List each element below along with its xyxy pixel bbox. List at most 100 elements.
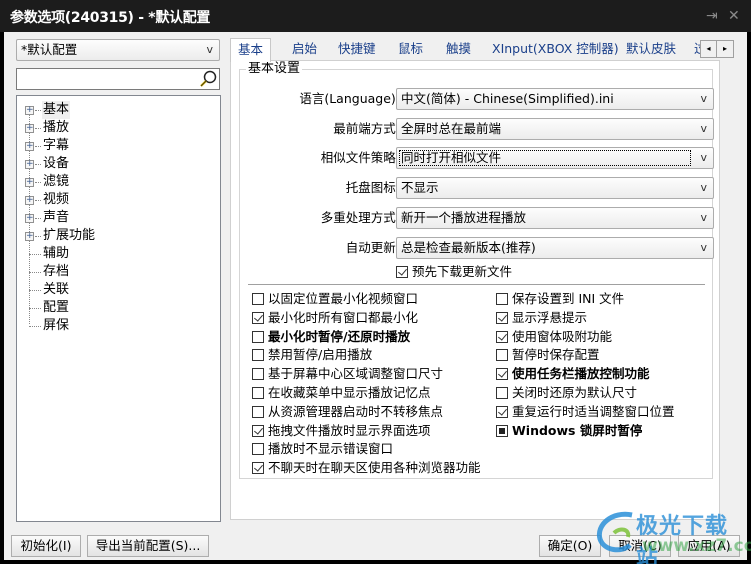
profile-select-value: *默认配置	[21, 42, 78, 57]
search-icon[interactable]	[199, 70, 217, 88]
search-input[interactable]	[16, 68, 220, 90]
expand-icon[interactable]: +	[25, 160, 34, 169]
checkbox-checked-icon[interactable]	[496, 330, 508, 343]
checkbox-checked-icon[interactable]	[396, 266, 408, 278]
tab-item[interactable]: 快捷键	[334, 40, 376, 60]
tree-connector	[29, 308, 41, 309]
option-label: 重复运行时适当调整窗口位置	[512, 403, 675, 419]
field-select[interactable]: 全屏时总在最前端 v	[396, 118, 714, 140]
close-icon[interactable]: ✕	[728, 8, 740, 24]
expand-icon[interactable]: +	[25, 232, 34, 241]
checkbox-checked-icon[interactable]	[496, 368, 508, 381]
checkbox-unchecked-icon[interactable]	[252, 368, 264, 381]
field-select[interactable]: 不显示 v	[396, 177, 714, 199]
tab-scroll-right-icon[interactable]: ▸	[717, 41, 733, 57]
field-select-value: 新开一个播放进程播放	[401, 210, 527, 225]
option-label: 关闭时还原为默认尺寸	[512, 385, 638, 400]
tab-basic[interactable]: 基本	[230, 38, 272, 62]
tab-panel-basic: 基本设置 语言(Language): 中文(简体) - Chinese(Simpl…	[230, 60, 720, 520]
title-bar: 参数选项(240315) - *默认配置 ⇥ ✕	[0, 0, 751, 32]
option-label: 最小化时所有窗口都最小化	[268, 309, 419, 325]
expand-icon[interactable]: +	[25, 124, 34, 133]
tree-connector	[35, 182, 41, 183]
field-select-value: 中文(简体) - Chinese(Simplified).ini	[401, 91, 614, 106]
pin-icon[interactable]: ⇥	[706, 8, 718, 24]
init-button[interactable]: 初始化(I)	[11, 535, 81, 557]
checkbox-checked-icon[interactable]	[496, 405, 508, 418]
checkbox-unchecked-icon[interactable]	[252, 330, 264, 343]
checkbox-unchecked-icon[interactable]	[496, 349, 508, 362]
field-select-value: 全屏时总在最前端	[401, 121, 502, 136]
checkbox-unchecked-icon[interactable]	[252, 387, 264, 399]
tab-item[interactable]: 默认皮肤	[622, 40, 676, 60]
checkbox-checked-icon[interactable]	[252, 462, 264, 475]
tree-connector	[35, 128, 41, 129]
tab-item[interactable]: 触摸	[442, 40, 471, 60]
tree-item-label: 播放	[43, 120, 70, 135]
checkbox-checked-icon[interactable]	[252, 311, 264, 324]
tree-connector	[35, 164, 41, 165]
tree-item-label: 存档	[43, 264, 70, 279]
tree-connector	[35, 200, 41, 201]
field-label: 托盘图标:	[345, 180, 400, 195]
checkbox-unchecked-icon[interactable]	[252, 405, 264, 418]
tree-item-label: 滤镜	[43, 174, 70, 189]
checkbox-unchecked-icon[interactable]	[252, 349, 264, 362]
category-tree[interactable]: + 基本 + 播放 + 字幕 + 设备 + 滤镜 + 视频 + 声音 + 扩展功能 辅助 存档 关联 配置 屏保	[16, 95, 221, 522]
chevron-down-icon: v	[700, 241, 707, 254]
expand-icon[interactable]: +	[25, 178, 34, 187]
checkbox-unchecked-icon[interactable]	[252, 293, 264, 305]
field-label: 多重处理方式:	[320, 210, 400, 225]
tab-item[interactable]: XInput(XBOX 控制器)	[488, 40, 619, 60]
option-label: 最小化时暂停/还原时播放	[268, 328, 411, 344]
ok-button[interactable]: 确定(O)	[539, 535, 601, 557]
checkbox-checked-icon[interactable]	[496, 311, 508, 324]
option-label: 显示浮悬提示	[512, 309, 588, 325]
field-select-value: 总是检查最新版本(推荐)	[401, 240, 536, 255]
checkbox-checked-icon[interactable]	[252, 424, 264, 437]
window-bottom-edge	[0, 560, 751, 564]
window-title: 参数选项(240315) - *默认配置	[10, 10, 211, 26]
field-label: 语言(Language):	[299, 91, 400, 106]
profile-select[interactable]: *默认配置 v	[16, 39, 220, 61]
expand-icon[interactable]: +	[25, 142, 34, 151]
checkbox-unchecked-icon[interactable]	[252, 443, 264, 456]
option-label: 以固定位置最小化视频窗口	[268, 291, 419, 306]
expand-icon[interactable]: +	[25, 196, 34, 205]
option-label: 使用窗体吸附功能	[512, 328, 613, 344]
option-label: 预先下载更新文件	[412, 264, 513, 279]
tab-item[interactable]: 启始	[288, 40, 317, 60]
tree-item-label: 设备	[43, 156, 70, 171]
option-label: 基于屏幕中心区域调整窗口尺寸	[268, 366, 444, 382]
option-label: 拖拽文件播放时显示界面选项	[268, 422, 431, 438]
field-select[interactable]: 同时打开相似文件 v	[396, 147, 714, 169]
option-label: Windows 锁屏时暂停	[512, 422, 643, 438]
tree-connector	[29, 254, 41, 255]
field-select[interactable]: 中文(简体) - Chinese(Simplified).ini v	[396, 88, 714, 110]
tab-strip: 基本启始快捷键鼠标触摸XInput(XBOX 控制器)默认皮肤过	[230, 38, 720, 62]
chevron-down-icon: v	[700, 211, 707, 224]
field-select[interactable]: 总是检查最新版本(推荐) v	[396, 237, 714, 259]
field-label: 自动更新:	[345, 240, 400, 255]
expand-icon[interactable]: +	[25, 106, 34, 115]
checkbox-indeterminate-icon[interactable]	[496, 424, 508, 437]
preferences-window: *默认配置 v + 基本 + 播放 + 字幕 + 设备 + 滤镜 + 视频 + 声音 + 扩展功能 辅助 存档 关联…	[4, 32, 747, 564]
tab-item[interactable]: 鼠标	[394, 40, 423, 60]
export-config-button[interactable]: 导出当前配置(S)...	[87, 535, 209, 557]
tree-connector	[35, 236, 41, 237]
tree-item-label: 辅助	[43, 246, 70, 261]
group-title: 基本设置	[246, 61, 303, 76]
expand-icon[interactable]: +	[25, 214, 34, 223]
tree-item-label: 配置	[43, 300, 70, 315]
option-label: 使用任务栏播放控制功能	[512, 366, 650, 382]
chevron-down-icon: v	[700, 181, 707, 194]
checkbox-unchecked-icon[interactable]	[496, 387, 508, 399]
cancel-button[interactable]: 取消(C)	[609, 535, 671, 557]
tab-scroll-left-icon[interactable]: ◂	[701, 41, 717, 57]
tree-connector	[29, 326, 41, 327]
option-label: 暂停时保存配置	[512, 347, 600, 363]
tree-item-label: 基本	[42, 101, 71, 119]
field-select[interactable]: 新开一个播放进程播放 v	[396, 207, 714, 229]
checkbox-unchecked-icon[interactable]	[496, 293, 508, 305]
apply-button[interactable]: 应用(A)	[678, 535, 740, 557]
